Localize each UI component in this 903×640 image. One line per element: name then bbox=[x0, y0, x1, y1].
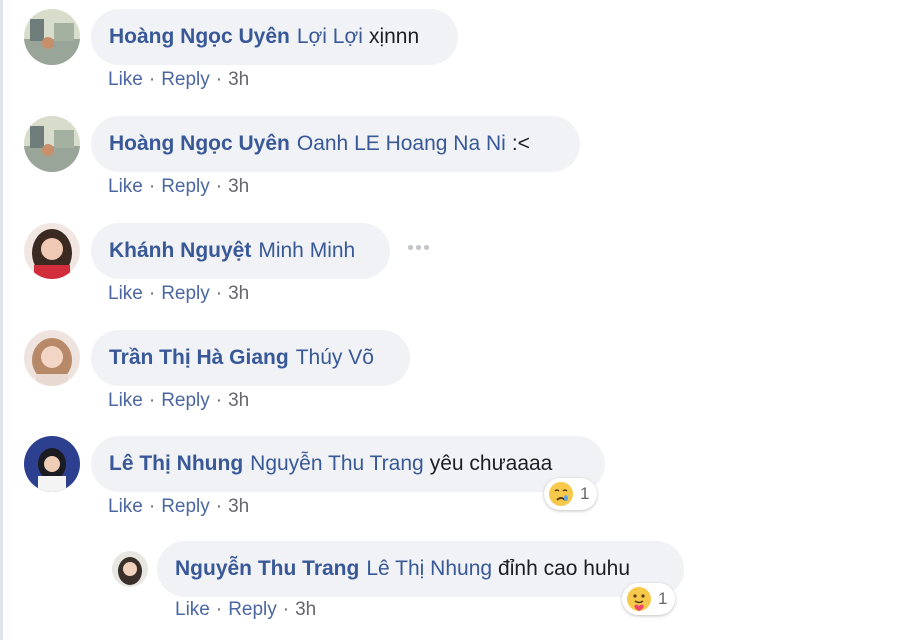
comment-time[interactable]: 3h bbox=[228, 496, 249, 517]
comment-mention[interactable]: Nguyễn Thu Trang bbox=[250, 452, 424, 476]
reply-link[interactable]: Reply bbox=[161, 390, 210, 411]
comment-author[interactable]: Hoàng Ngọc Uyên bbox=[109, 25, 290, 49]
comment-author[interactable]: Lê Thị Nhung bbox=[109, 452, 243, 476]
comment-text: xịnnn bbox=[368, 25, 420, 48]
thread-rule bbox=[0, 0, 3, 640]
avatar[interactable] bbox=[24, 9, 80, 65]
reply-link[interactable]: Reply bbox=[161, 176, 210, 197]
comment-mention[interactable]: Lợi Lợi bbox=[297, 25, 363, 49]
avatar[interactable] bbox=[24, 436, 80, 492]
comment-actions: Like · Reply · 3h bbox=[108, 496, 250, 517]
comment-bubble: Khánh Nguyệt Minh Minh bbox=[91, 223, 390, 279]
like-link[interactable]: Like bbox=[108, 69, 143, 90]
like-link[interactable]: Like bbox=[175, 599, 210, 620]
like-link[interactable]: Like bbox=[108, 390, 143, 411]
comment-bubble: Trần Thị Hà Giang Thúy Võ bbox=[91, 330, 410, 386]
comment-text: đỉnh cao huhu bbox=[498, 557, 630, 580]
reaction-count: 1 bbox=[580, 484, 590, 503]
reaction-count: 1 bbox=[658, 589, 668, 608]
comment-mention[interactable]: Thúy Võ bbox=[296, 346, 374, 370]
avatar[interactable] bbox=[24, 223, 80, 279]
like-link[interactable]: Like bbox=[108, 496, 143, 517]
comment-bubble: Nguyễn Thu Trang Lê Thị Nhung đỉnh cao h… bbox=[157, 541, 684, 597]
comment-time[interactable]: 3h bbox=[295, 599, 316, 620]
comment-time[interactable]: 3h bbox=[228, 69, 249, 90]
reply-link[interactable]: Reply bbox=[161, 496, 210, 517]
comment-bubble: Hoàng Ngọc Uyên Lợi Lợi xịnnn bbox=[91, 9, 458, 65]
comment-actions: Like · Reply · 3h bbox=[108, 69, 250, 90]
avatar[interactable] bbox=[24, 330, 80, 386]
comment-bubble: Hoàng Ngọc Uyên Oanh LE Hoang Na Ni :< bbox=[91, 116, 580, 172]
comment-author[interactable]: Trần Thị Hà Giang bbox=[109, 346, 289, 370]
comment-mention[interactable]: Oanh LE Hoang Na Ni bbox=[297, 132, 506, 156]
comment-mention[interactable]: Minh Minh bbox=[258, 239, 355, 263]
care-reaction-icon bbox=[626, 586, 652, 612]
comment-actions: Like · Reply · 3h bbox=[108, 390, 250, 411]
comment-time[interactable]: 3h bbox=[228, 283, 249, 304]
comment-mention[interactable]: Lê Thị Nhung bbox=[366, 557, 492, 581]
comment-actions: Like · Reply · 3h bbox=[175, 599, 317, 620]
like-link[interactable]: Like bbox=[108, 176, 143, 197]
reply-link[interactable]: Reply bbox=[161, 69, 210, 90]
comment-time[interactable]: 3h bbox=[228, 390, 249, 411]
sad-reaction-icon bbox=[548, 481, 574, 507]
like-link[interactable]: Like bbox=[108, 283, 143, 304]
comment-actions: Like · Reply · 3h bbox=[108, 176, 250, 197]
comment-time[interactable]: 3h bbox=[228, 176, 249, 197]
reaction-badge[interactable]: 1 bbox=[622, 583, 676, 615]
avatar[interactable] bbox=[24, 116, 80, 172]
reaction-badge[interactable]: 1 bbox=[544, 478, 598, 510]
avatar[interactable] bbox=[112, 551, 148, 587]
comment-author[interactable]: Khánh Nguyệt bbox=[109, 239, 251, 263]
reply-link[interactable]: Reply bbox=[161, 283, 210, 304]
comment-actions: Like · Reply · 3h bbox=[108, 283, 250, 304]
comment-author[interactable]: Hoàng Ngọc Uyên bbox=[109, 132, 290, 156]
reply-link[interactable]: Reply bbox=[228, 599, 277, 620]
more-options-icon[interactable] bbox=[408, 245, 429, 250]
comment-text: yêu chưaaaa bbox=[429, 452, 553, 475]
comment-bubble: Lê Thị Nhung Nguyễn Thu Trang yêu chưaaa… bbox=[91, 436, 605, 492]
comment-author[interactable]: Nguyễn Thu Trang bbox=[175, 557, 359, 581]
comment-text: :< bbox=[511, 132, 530, 155]
